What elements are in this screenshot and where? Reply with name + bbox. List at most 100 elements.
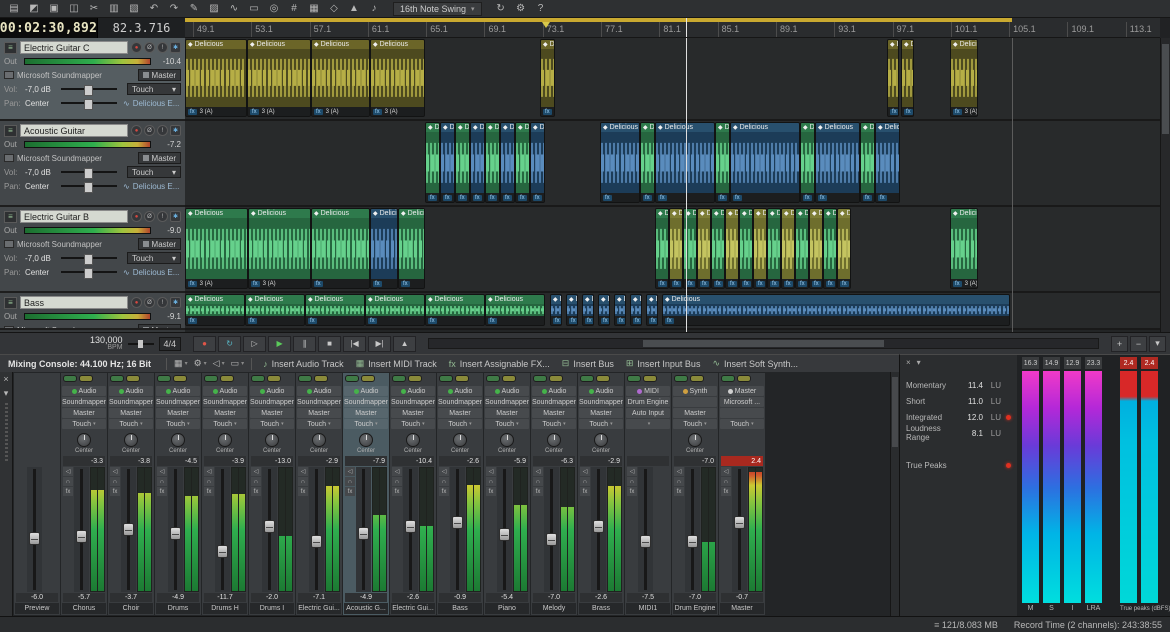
channel-automation-dropdown[interactable]: Touch▾ — [579, 419, 623, 429]
channel-name[interactable]: Choir — [109, 603, 153, 614]
channel-fx-icon[interactable]: fx — [721, 487, 731, 496]
channel-peak-readout[interactable]: -3.3 — [63, 456, 105, 466]
audio-clip[interactable]: ◆Delicious fx — [566, 294, 578, 326]
dock-grip-handle[interactable] — [5, 403, 8, 463]
audio-clip[interactable]: ◆Delicious fx — [809, 208, 823, 289]
channel-name[interactable]: Melody — [532, 603, 576, 614]
channel-solo-button[interactable] — [596, 375, 610, 382]
channel-fader[interactable] — [168, 467, 183, 592]
clip-fx-icon[interactable]: fx — [373, 281, 382, 287]
channel-peak-readout[interactable]: 2.4 — [721, 456, 763, 466]
channel-output-icon[interactable]: ◁ — [674, 467, 684, 476]
clip-fx-icon[interactable]: fx — [728, 281, 737, 287]
loop-mode-icon[interactable]: ↻ — [491, 1, 511, 16]
clip-fx-icon[interactable]: fx — [686, 281, 695, 287]
channel-solo-button[interactable] — [502, 375, 516, 382]
pan-slider[interactable] — [61, 182, 117, 191]
channel-device[interactable]: Soundmapper — [297, 397, 341, 407]
track-solo-button[interactable]: ! — [157, 211, 168, 222]
clip-fx-icon[interactable]: fx — [308, 318, 317, 324]
pan-knob[interactable] — [218, 433, 232, 447]
event-tool-icon[interactable]: ◇ — [324, 1, 344, 16]
volume-slider[interactable] — [61, 168, 117, 177]
channel-device[interactable]: Soundmapper — [485, 397, 529, 407]
audio-clip[interactable]: ◆Delicious fx — [455, 122, 470, 203]
channel-type[interactable]: Audio — [250, 386, 294, 396]
channel-mute-button[interactable] — [721, 375, 735, 382]
fader-handle[interactable] — [452, 516, 463, 529]
channel-mute-button[interactable] — [63, 375, 77, 382]
tempo-slider[interactable] — [128, 340, 154, 348]
audio-clip[interactable]: ◆Delicious fx — [887, 39, 899, 117]
audio-clip[interactable]: ◆Delicious fx — [640, 122, 655, 203]
mixer-channel-strip[interactable]: Audio Soundmapper Master Touch▾ Center -… — [531, 373, 577, 615]
pan-value[interactable]: Center — [25, 182, 58, 191]
clip-fx-icon[interactable]: fx — [840, 281, 849, 287]
channel-fx-icon[interactable]: fx — [298, 487, 308, 496]
channel-fx-icon[interactable]: fx — [157, 487, 167, 496]
channel-bus[interactable]: Master — [62, 408, 106, 418]
audio-clip[interactable]: ◆Delicious fx3 (A) — [247, 39, 311, 117]
clip-fx-icon[interactable]: fx — [503, 195, 512, 201]
channel-type[interactable]: Audio — [579, 386, 623, 396]
timecode-display[interactable]: 00:02:30,892 — [0, 18, 97, 38]
channel-output-icon[interactable]: ◁ — [439, 467, 449, 476]
channel-bus[interactable]: Master — [156, 408, 200, 418]
mixer-properties-icon[interactable]: ⚙▾ — [194, 358, 207, 369]
timeline-horizontal-scrollbar[interactable] — [428, 338, 1099, 349]
audio-clip[interactable]: ◆Delicious fx — [365, 294, 425, 326]
channel-type[interactable]: Audio — [156, 386, 200, 396]
clip-fx-icon[interactable]: fx — [603, 195, 612, 201]
channel-solo-button[interactable] — [79, 375, 93, 382]
channel-fader-value[interactable]: -5.4 — [486, 593, 528, 602]
audio-clip[interactable]: ◆Delicious fx — [875, 122, 900, 203]
cut-icon[interactable]: ✂ — [84, 1, 104, 16]
fader-handle[interactable] — [734, 516, 745, 529]
channel-bus[interactable]: Auto Input — [626, 408, 670, 418]
channel-fx-icon[interactable]: fx — [533, 487, 543, 496]
track-icon[interactable]: ≡ — [4, 211, 17, 223]
track-bus-button[interactable]: Master — [138, 69, 181, 81]
channel-type[interactable]: Audio — [203, 386, 247, 396]
mixer-channel-strip[interactable]: Audio Soundmapper Master Touch▾ Center -… — [484, 373, 530, 615]
channel-phones-icon[interactable]: ∩ — [439, 477, 449, 486]
mixer-channel-strip[interactable]: Audio Soundmapper Master Touch▾ Center -… — [155, 373, 201, 615]
timeline-vertical-scrollbar[interactable] — [1160, 38, 1170, 332]
redo-icon[interactable]: ↷ — [164, 1, 184, 16]
clip-fx-icon[interactable]: fx — [756, 281, 765, 287]
channel-name[interactable]: Brass — [579, 603, 623, 614]
channel-fader-value[interactable]: -3.7 — [110, 593, 152, 602]
new-project-icon[interactable]: ▤ — [4, 1, 24, 16]
track-mute-button[interactable]: Ø — [144, 125, 155, 136]
channel-bus[interactable]: Master — [391, 408, 435, 418]
track-icon[interactable]: ≡ — [4, 125, 17, 137]
track-name[interactable]: Acoustic Guitar — [20, 124, 128, 137]
audio-clip[interactable]: ◆Delicious fx — [655, 208, 669, 289]
pan-knob[interactable] — [453, 433, 467, 447]
track-icon[interactable]: ≡ — [4, 42, 17, 54]
clip-fx-icon[interactable]: fx — [700, 281, 709, 287]
channel-mute-button[interactable] — [251, 375, 265, 382]
fader-handle[interactable] — [593, 520, 604, 533]
channel-device[interactable]: Soundmapper — [532, 397, 576, 407]
track-mute-button[interactable]: Ø — [144, 211, 155, 222]
channel-peak-readout[interactable]: -7.9 — [345, 456, 387, 466]
channel-fader[interactable] — [638, 467, 653, 592]
channel-fx-icon[interactable]: fx — [110, 487, 120, 496]
erase-tool-icon[interactable]: ▨ — [204, 1, 224, 16]
audio-clip[interactable]: ◆Delicious fx — [711, 208, 725, 289]
track-fx-chain[interactable]: ∿ Delicious E... — [123, 268, 181, 277]
audio-clip[interactable]: ◆Delicious fx3 (A) — [185, 39, 247, 117]
track-device[interactable]: Microsoft Soundmapper — [17, 71, 135, 80]
beats-position-display[interactable]: 82.3.716 — [97, 18, 185, 38]
fader-handle[interactable] — [640, 535, 651, 548]
render-icon[interactable]: ◫ — [64, 1, 84, 16]
channel-solo-button[interactable] — [737, 375, 751, 382]
channel-device[interactable]: Drum Engine — [626, 397, 670, 407]
track-lane[interactable]: ◆Delicious fx ◆Delicious fx ◆Delicious f… — [185, 121, 1160, 207]
channel-fader-value[interactable]: -7.5 — [627, 593, 669, 602]
channel-type[interactable]: Audio — [438, 386, 482, 396]
track-solo-button[interactable]: ! — [157, 125, 168, 136]
mixer-channel-strip[interactable]: Audio Soundmapper Master Touch▾ Center -… — [249, 373, 295, 615]
channel-phones-icon[interactable]: ∩ — [204, 477, 214, 486]
